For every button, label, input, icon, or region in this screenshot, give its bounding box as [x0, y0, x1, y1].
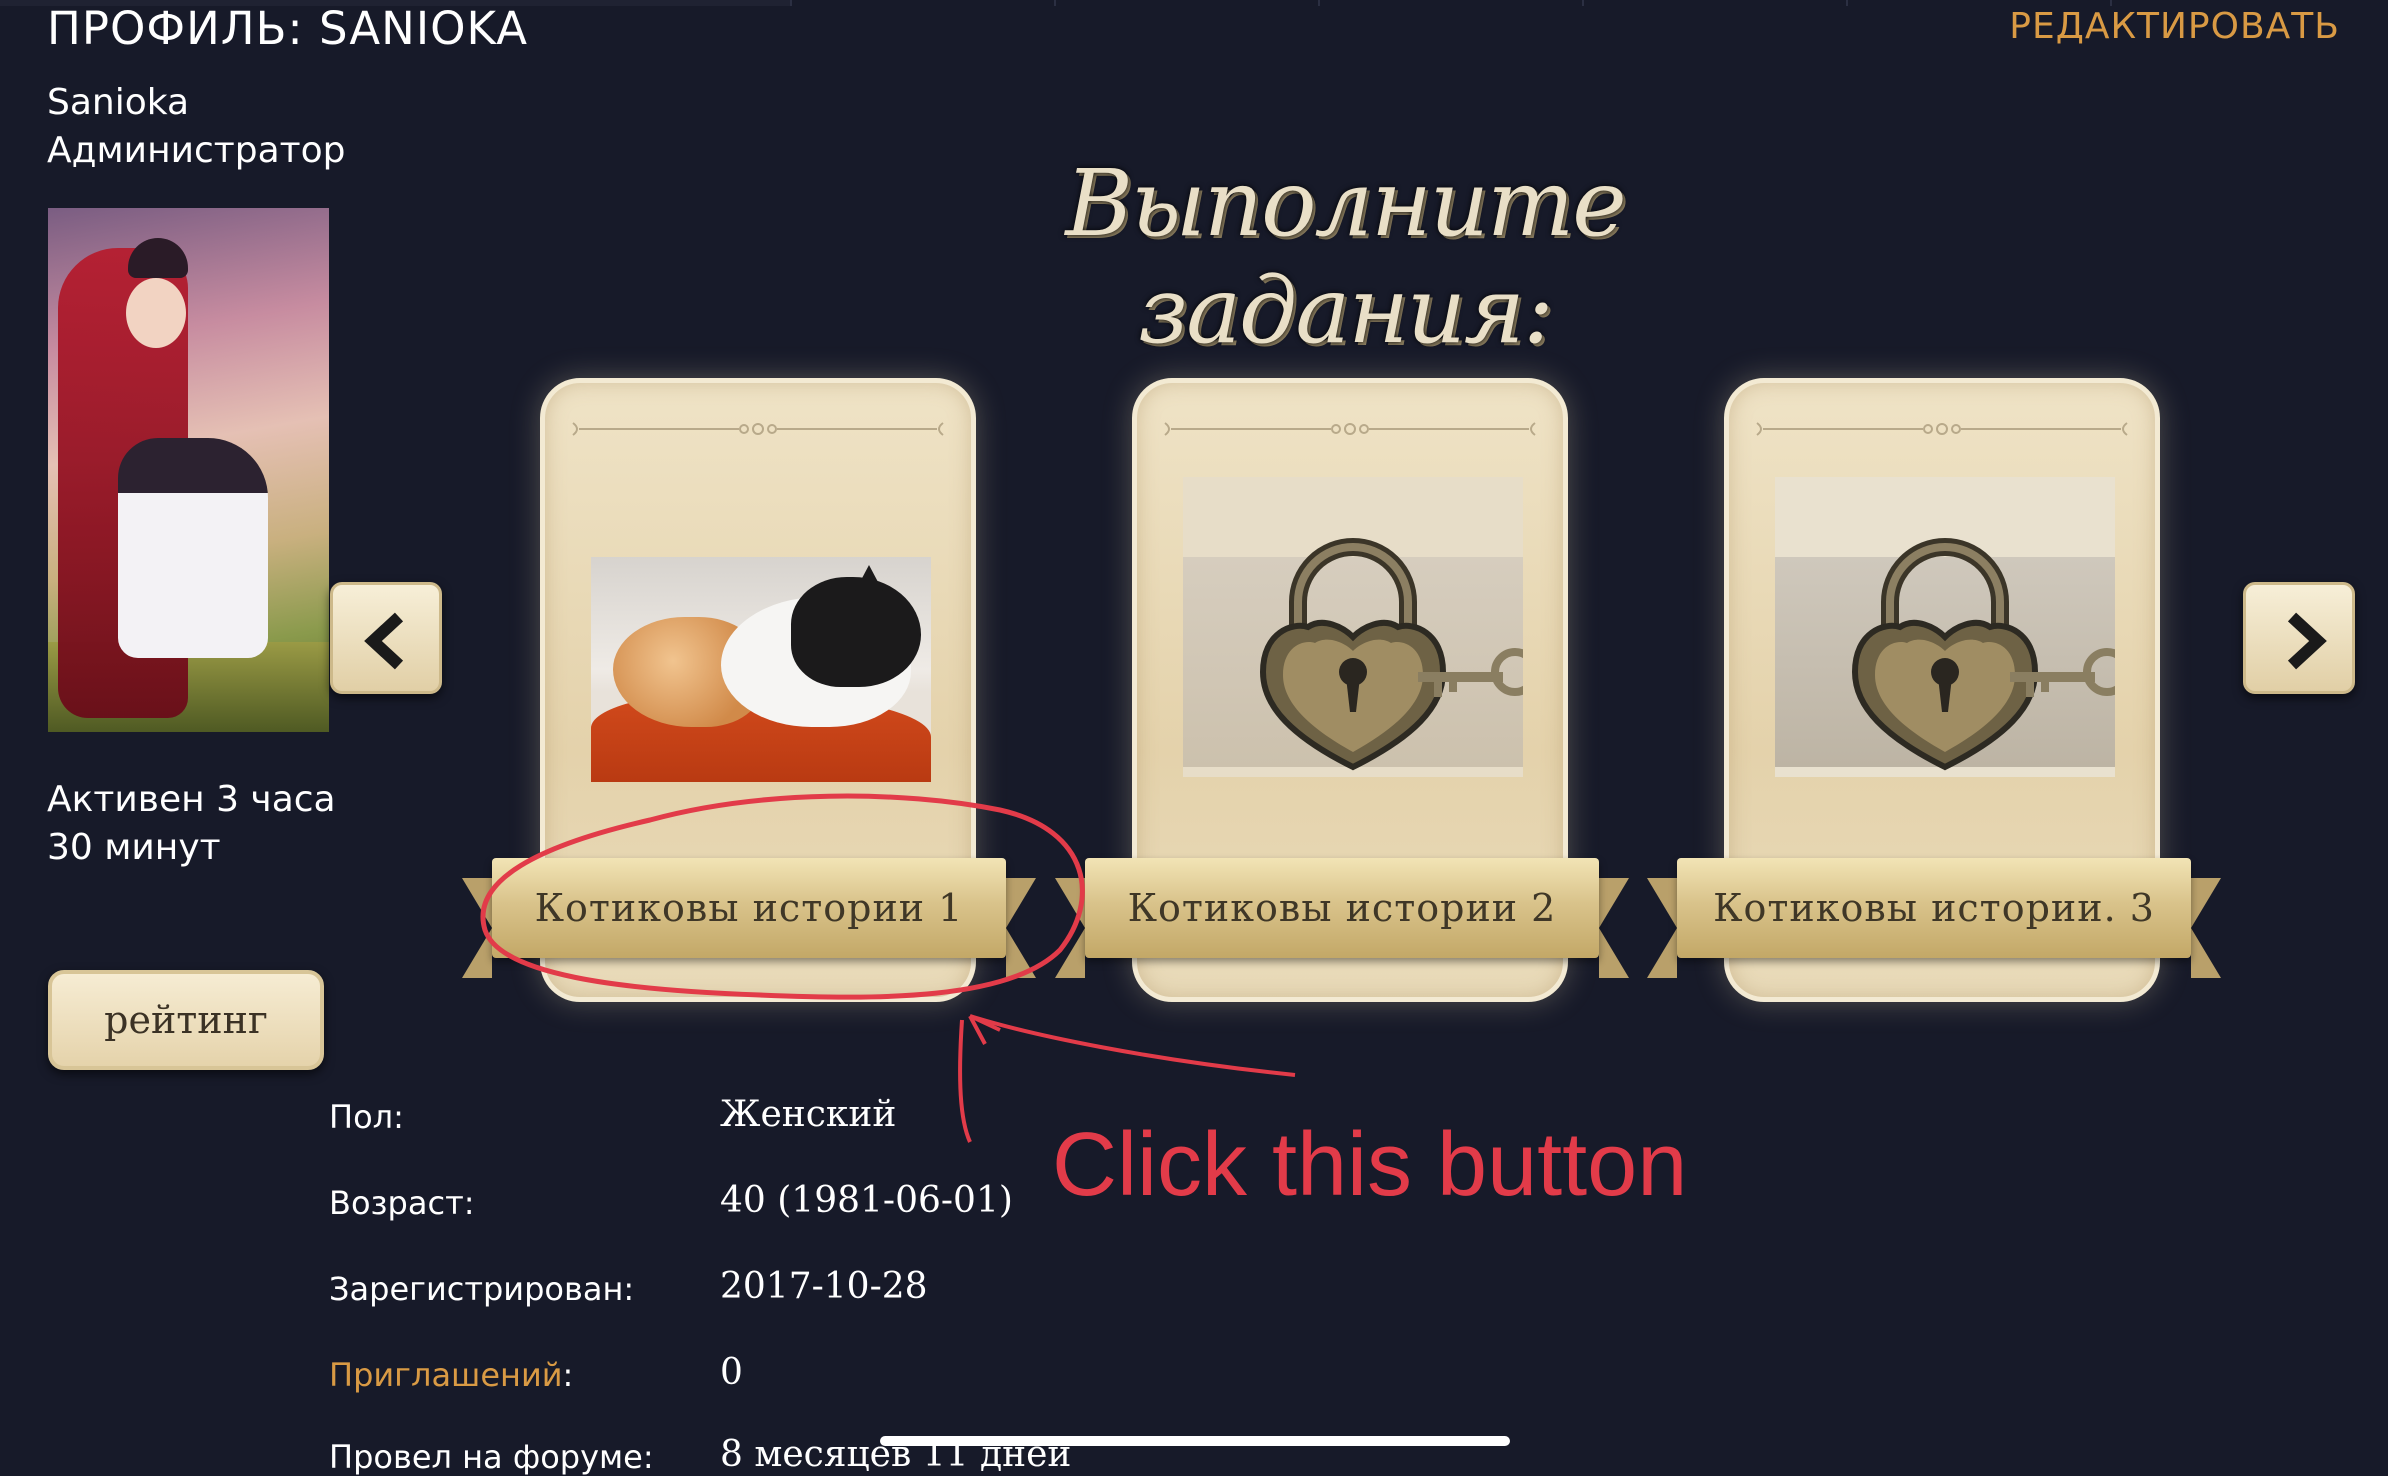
annotation-text: Click this button — [1052, 1115, 1688, 1215]
annotation-circle-arrow — [480, 793, 1296, 1143]
home-indicator[interactable] — [880, 1436, 1510, 1446]
